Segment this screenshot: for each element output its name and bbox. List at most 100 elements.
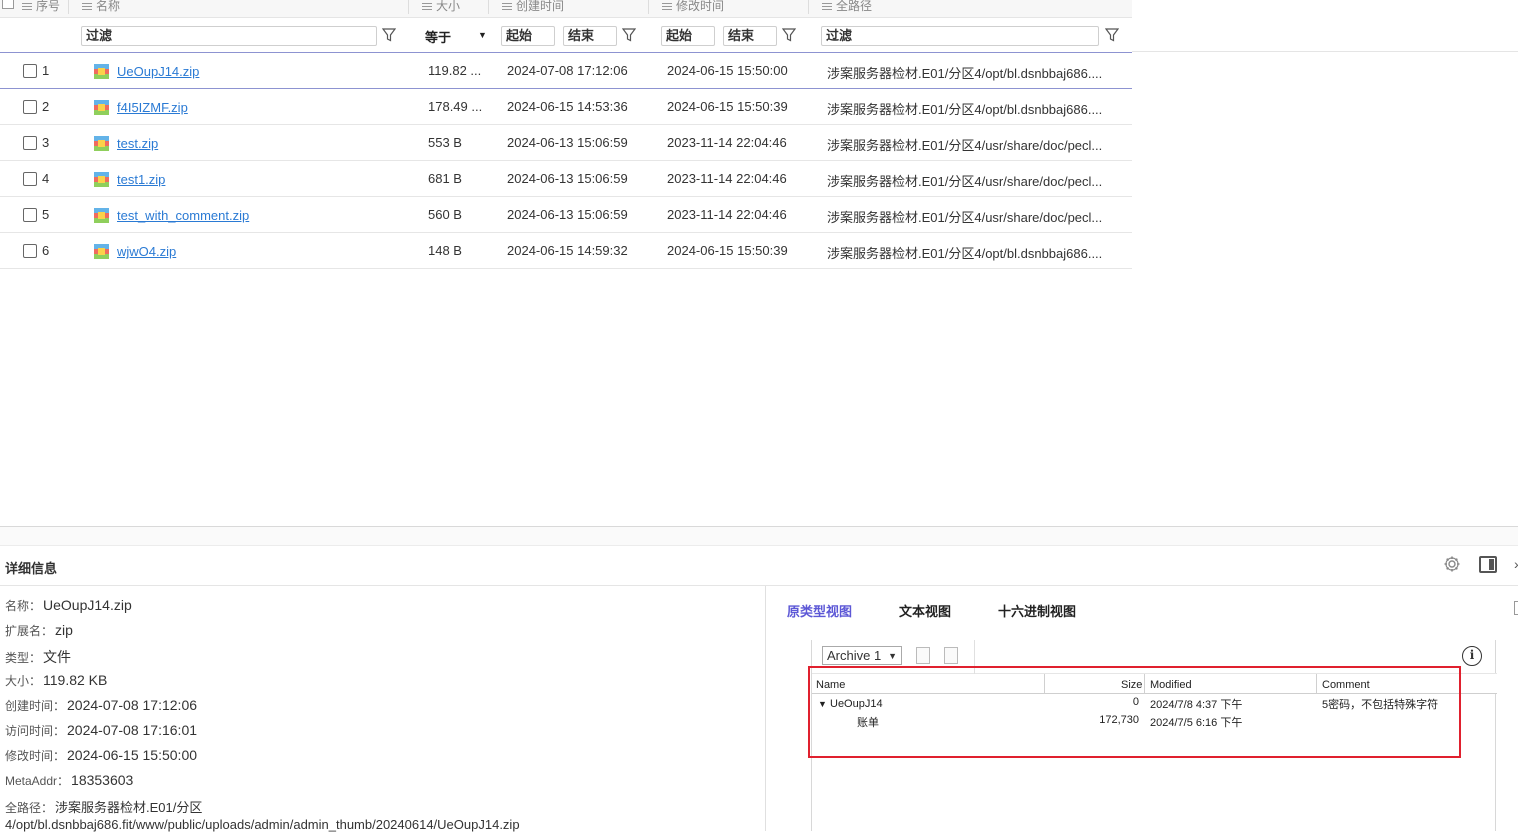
filter-row: 过滤 等于 ▼ 起始 结束 起始 结束 过滤 [0, 18, 1132, 53]
prop-key: 修改时间： [5, 749, 66, 763]
select-all-checkbox[interactable] [2, 0, 14, 9]
column-header-modified[interactable]: 修改时间 [662, 0, 724, 13]
file-name-link[interactable]: test_with_comment.zip [117, 208, 249, 223]
prop-value: 2024-07-08 17:12:06 [67, 697, 198, 713]
file-size: 553 B [428, 135, 462, 150]
created-time: 2024-06-13 15:06:59 [507, 171, 628, 186]
table-row[interactable]: 2 f4I5IZMF.zip 178.49 ... 2024-06-15 14:… [0, 89, 1132, 125]
column-header-created[interactable]: 创建时间 [502, 0, 564, 13]
prop-key: 全路径： [5, 801, 54, 815]
header-extension [1132, 0, 1518, 52]
info-icon[interactable]: i [1462, 646, 1482, 666]
file-name-link[interactable]: test1.zip [117, 172, 165, 187]
prop-value: zip [55, 622, 73, 638]
full-path: 涉案服务器检材.E01/分区4/opt/bl.dsnbbaj686.... [827, 66, 1103, 81]
created-time: 2024-06-15 14:53:36 [507, 99, 628, 114]
column-separator[interactable] [808, 0, 809, 14]
file-name-link[interactable]: wjwO4.zip [117, 244, 176, 259]
filter-icon[interactable] [622, 28, 636, 42]
column-header-path[interactable]: 全路径 [822, 0, 872, 13]
file-name-link[interactable]: test.zip [117, 136, 158, 151]
tab-text-view[interactable]: 文本视图 [899, 601, 951, 620]
filter-icon[interactable] [1105, 28, 1119, 42]
grid-header-modified[interactable]: Modified [1150, 679, 1192, 691]
column-header-name[interactable]: 名称 [82, 0, 120, 13]
full-path: 涉案服务器检材.E01/分区4/usr/share/doc/pecl... [827, 210, 1103, 225]
table-row[interactable]: 6 wjwO4.zip 148 B 2024-06-15 14:59:32 20… [0, 233, 1132, 269]
created-end-input[interactable]: 结束 [563, 26, 617, 46]
scrollbar-handle[interactable] [1514, 601, 1518, 615]
column-separator[interactable] [1044, 674, 1045, 694]
vertical-splitter[interactable] [765, 586, 766, 831]
file-name-link[interactable]: UeOupJ14.zip [117, 64, 199, 79]
column-separator[interactable] [68, 0, 69, 14]
prop-value: 2024-06-15 15:50:00 [67, 747, 198, 763]
row-checkbox[interactable] [23, 208, 37, 222]
modified-time: 2023-11-14 22:04:46 [667, 207, 787, 222]
prop-value: UeOupJ14.zip [43, 597, 132, 613]
full-path: 涉案服务器检材.E01/分区4/opt/bl.dsnbbaj686.... [827, 102, 1103, 117]
table-row[interactable]: 4 test1.zip 681 B 2024-06-13 15:06:59 20… [0, 161, 1132, 197]
extract-file-icon[interactable] [916, 647, 930, 664]
column-separator[interactable] [408, 0, 409, 14]
filter-icon[interactable] [382, 28, 396, 42]
path-filter-input[interactable]: 过滤 [821, 26, 1099, 46]
row-checkbox[interactable] [23, 64, 37, 78]
column-separator[interactable] [1316, 674, 1317, 694]
size-operator-select[interactable]: 等于 [425, 27, 451, 46]
column-menu-icon [502, 1, 512, 12]
panel-splitter[interactable] [0, 526, 1518, 546]
prop-name: 名称： UeOupJ14.zip [5, 597, 132, 614]
column-header-size[interactable]: 大小 [422, 0, 460, 13]
row-checkbox[interactable] [23, 100, 37, 114]
table-row[interactable]: 1 UeOupJ14.zip 119.82 ... 2024-07-08 17:… [0, 53, 1132, 89]
row-checkbox[interactable] [23, 244, 37, 258]
created-time: 2024-07-08 17:12:06 [507, 63, 628, 78]
modified-time: 2024-06-15 15:50:39 [667, 99, 788, 114]
modified-time: 2024-06-15 15:50:00 [667, 63, 788, 78]
column-menu-icon [422, 1, 432, 12]
created-start-input[interactable]: 起始 [501, 26, 555, 46]
name-filter-input[interactable]: 过滤 [81, 26, 377, 46]
prop-key: 名称： [5, 599, 42, 613]
entry-name: UeOupJ14 [830, 698, 883, 710]
table-row[interactable]: 3 test.zip 553 B 2024-06-13 15:06:59 202… [0, 125, 1132, 161]
file-name-link[interactable]: f4I5IZMF.zip [117, 100, 188, 115]
filter-icon[interactable] [782, 28, 796, 42]
column-header-index[interactable]: 序号 [22, 0, 60, 13]
column-separator[interactable] [1144, 674, 1145, 694]
panel-layout-icon[interactable] [1479, 556, 1497, 573]
grid-header-name[interactable]: Name [816, 679, 845, 691]
row-index: 3 [42, 135, 50, 150]
row-checkbox[interactable] [23, 136, 37, 150]
dropdown-arrow-icon[interactable]: ▼ [478, 30, 487, 40]
file-size: 560 B [428, 207, 462, 222]
created-time: 2024-06-15 14:59:32 [507, 243, 628, 258]
archive-select-value: Archive 1 [827, 648, 882, 663]
archive-viewer: Archive 1 ▼ i Name Size Modified Comment … [811, 640, 1497, 831]
archive-select[interactable]: Archive 1 ▼ [822, 646, 902, 665]
prop-key: 访问时间： [5, 724, 66, 738]
viewer-toolbar: Archive 1 ▼ i [812, 640, 1497, 674]
row-checkbox[interactable] [23, 172, 37, 186]
prop-value: 涉案服务器检材.E01/分区 [55, 800, 203, 815]
save-file-icon[interactable] [944, 647, 958, 664]
modified-end-input[interactable]: 结束 [723, 26, 777, 46]
close-icon[interactable]: › [1514, 556, 1518, 572]
created-time: 2024-06-13 15:06:59 [507, 207, 628, 222]
gear-icon[interactable] [1443, 555, 1461, 573]
modified-start-input[interactable]: 起始 [661, 26, 715, 46]
expand-triangle-icon[interactable]: ▼ [818, 699, 827, 709]
prop-fullpath: 全路径： 涉案服务器检材.E01/分区 [5, 797, 202, 816]
prop-extension: 扩展名： zip [5, 622, 73, 639]
tab-native-view[interactable]: 原类型视图 [787, 601, 852, 620]
table-row[interactable]: 5 test_with_comment.zip 560 B 2024-06-13… [0, 197, 1132, 233]
prop-key: 大小： [5, 674, 42, 688]
entry-modified: 2024/7/8 4:37 下午 [1150, 699, 1243, 711]
file-table: 序号 名称 大小 创建时间 修改时间 全路径 过滤 等于 ▼ 起始 结束 起始 … [0, 0, 1132, 269]
tab-hex-view[interactable]: 十六进制视图 [998, 601, 1076, 620]
grid-header-size[interactable]: Size [1121, 679, 1142, 691]
column-separator[interactable] [648, 0, 649, 14]
column-separator[interactable] [488, 0, 489, 14]
grid-header-comment[interactable]: Comment [1322, 679, 1370, 691]
